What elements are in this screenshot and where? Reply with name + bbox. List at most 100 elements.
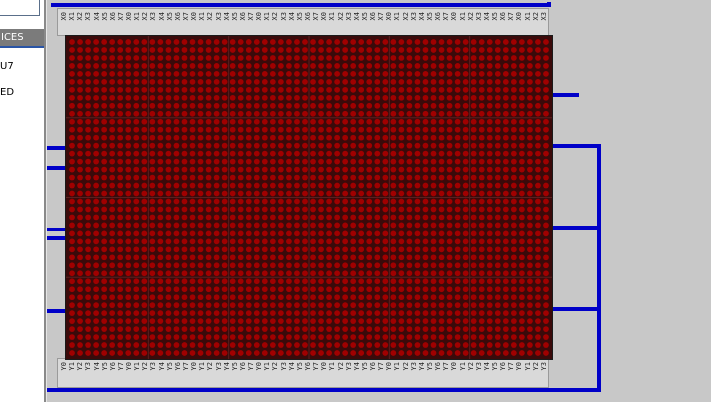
led-dot: [69, 222, 75, 229]
led-dot: [510, 310, 517, 317]
wire-right-3[interactable]: [553, 307, 601, 311]
led-dot: [221, 126, 228, 133]
led-dot: [109, 230, 116, 237]
led-dot: [462, 254, 469, 261]
led-dot: [302, 63, 308, 69]
led-dot: [93, 134, 99, 141]
led-dot: [527, 254, 533, 261]
led-dot: [422, 286, 429, 293]
led-dot: [430, 302, 437, 309]
led-dot: [157, 71, 164, 77]
led-dot: [237, 166, 244, 173]
led-dot: [117, 270, 124, 277]
led-dot: [93, 254, 99, 261]
led-dot: [462, 78, 469, 85]
led-dot: [390, 278, 397, 285]
led-dot: [494, 158, 501, 165]
led-dot: [326, 166, 332, 173]
led-dot: [181, 134, 188, 141]
wire-right-stub[interactable]: [553, 93, 579, 97]
led-dot: [173, 262, 180, 269]
led-dot: [205, 230, 212, 237]
led-dot: [221, 302, 228, 309]
led-dot: [286, 302, 292, 309]
led-dot: [173, 342, 180, 348]
panel-top-box[interactable]: [0, 0, 40, 16]
led-dot: [318, 246, 324, 253]
wire-right-1[interactable]: [553, 144, 601, 148]
led-dot: [310, 158, 316, 165]
led-dot: [269, 47, 276, 53]
led-dot: [205, 142, 212, 149]
led-dot: [414, 350, 421, 356]
led-dot: [229, 166, 236, 173]
device-item-led[interactable]: ED: [0, 87, 44, 98]
led-dot: [454, 47, 461, 53]
led-dot: [414, 326, 421, 332]
led-dot: [278, 254, 284, 261]
led-matrix-display[interactable]: [65, 35, 553, 360]
led-dot: [414, 118, 421, 125]
led-dot: [173, 118, 180, 125]
led-dot: [302, 78, 308, 85]
led-dot: [310, 262, 316, 269]
wire-top-stub[interactable]: [547, 2, 551, 7]
wire-bottom-bus[interactable]: [47, 388, 601, 392]
schematic-canvas[interactable]: X0 X1 X2 X3 X4 X5 X6 X7 X0 X1 X2 X3 X4 X5 X6 X7 X0 X1 X2 X3…: [47, 0, 711, 402]
led-dot: [93, 39, 99, 45]
top-pin-label: X3: [409, 12, 418, 21]
led-dot: [446, 94, 453, 101]
led-dot: [245, 270, 252, 277]
led-dot: [390, 94, 397, 101]
led-dot: [278, 342, 284, 348]
led-dot: [494, 270, 501, 277]
led-dot: [157, 78, 164, 85]
led-dot: [543, 47, 549, 53]
wire-left-3[interactable]: [47, 228, 65, 231]
wire-right-vertical[interactable]: [597, 144, 601, 392]
led-dot: [486, 206, 493, 213]
devices-panel: ICES U7 ED: [0, 0, 44, 402]
led-dot: [398, 71, 405, 77]
wire-left-2[interactable]: [47, 166, 65, 170]
wire-right-2[interactable]: [553, 226, 601, 230]
led-dot: [189, 302, 196, 309]
led-dot: [438, 78, 445, 85]
led-dot: [69, 206, 75, 213]
led-dot: [438, 230, 445, 237]
led-dot: [197, 238, 204, 245]
led-dot: [446, 214, 453, 221]
led-dot: [157, 334, 164, 340]
led-dot: [205, 134, 212, 141]
led-dot: [334, 198, 340, 205]
led-dot: [221, 342, 228, 348]
led-dot: [462, 246, 469, 253]
led-dot: [535, 78, 541, 85]
led-dot: [93, 118, 99, 125]
wire-left-1[interactable]: [47, 146, 65, 150]
wire-left-5[interactable]: [47, 309, 65, 313]
led-dot: [527, 174, 533, 181]
led-dot: [302, 302, 308, 309]
wire-top-bus[interactable]: [51, 3, 551, 7]
led-dot: [229, 350, 236, 356]
led-dot: [486, 126, 493, 133]
led-dot: [286, 126, 292, 133]
led-dot: [157, 55, 164, 61]
led-dot: [486, 302, 493, 309]
wire-left-4[interactable]: [47, 236, 65, 240]
led-dot: [478, 102, 485, 109]
led-dot: [350, 150, 357, 157]
led-dot: [326, 134, 332, 141]
bottom-pin-label: Y5: [295, 362, 304, 371]
led-dot: [117, 302, 124, 309]
led-dot: [414, 214, 421, 221]
led-dot: [93, 94, 99, 101]
led-dot: [294, 334, 300, 340]
led-dot: [422, 206, 429, 213]
led-dot: [310, 278, 316, 285]
led-dot: [237, 310, 244, 317]
led-dot: [454, 110, 461, 117]
led-dot: [141, 39, 148, 45]
device-item-u7[interactable]: U7: [0, 61, 44, 72]
